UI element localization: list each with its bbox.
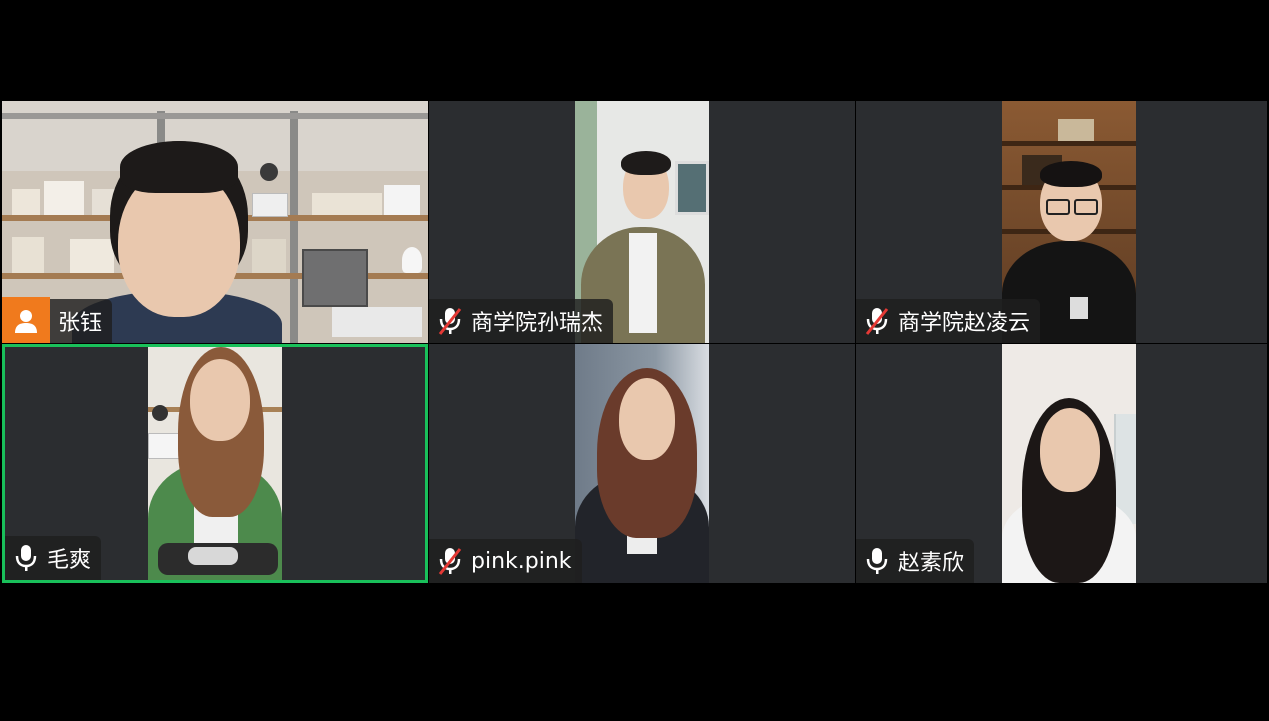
participant-video bbox=[1002, 344, 1136, 583]
video-tile-zhangyu[interactable]: 张钰 bbox=[2, 101, 428, 343]
video-tile-pinkpink[interactable]: pink.pink bbox=[429, 344, 855, 583]
participant-video bbox=[575, 344, 709, 583]
participant-name: 赵素欣 bbox=[898, 551, 965, 576]
participant-nametag: 张钰 bbox=[2, 297, 113, 343]
participant-name: 商学院赵凌云 bbox=[898, 311, 1031, 336]
video-tile-maoshuang[interactable]: 毛爽 bbox=[2, 344, 428, 583]
microphone-muted-icon bbox=[438, 548, 462, 575]
participant-nametag: 赵素欣 bbox=[856, 539, 975, 583]
participant-name: 毛爽 bbox=[47, 548, 92, 573]
participant-nametag: 商学院赵凌云 bbox=[856, 299, 1041, 343]
microphone-muted-icon bbox=[865, 308, 889, 335]
video-tile-zhaosuxin[interactable]: 赵素欣 bbox=[856, 344, 1267, 583]
video-tile-zhaolingyun[interactable]: 商学院赵凌云 bbox=[856, 101, 1267, 343]
microphone-muted-icon bbox=[438, 308, 462, 335]
participant-nametag: pink.pink bbox=[429, 539, 582, 583]
microphone-icon bbox=[866, 548, 888, 574]
video-grid: 张钰 商学院孙瑞杰 商学院赵凌云 毛爽 pink.pink 赵素欣 bbox=[0, 0, 1269, 721]
participant-video bbox=[148, 347, 282, 580]
microphone-icon bbox=[15, 545, 37, 571]
person-icon bbox=[2, 297, 50, 343]
video-tile-sunruijie[interactable]: 商学院孙瑞杰 bbox=[429, 101, 855, 343]
participant-name: 商学院孙瑞杰 bbox=[471, 311, 604, 336]
participant-nametag: 毛爽 bbox=[5, 536, 102, 580]
participant-name: pink.pink bbox=[471, 548, 572, 574]
participant-nametag: 商学院孙瑞杰 bbox=[429, 299, 614, 343]
participant-name: 张钰 bbox=[58, 311, 103, 336]
